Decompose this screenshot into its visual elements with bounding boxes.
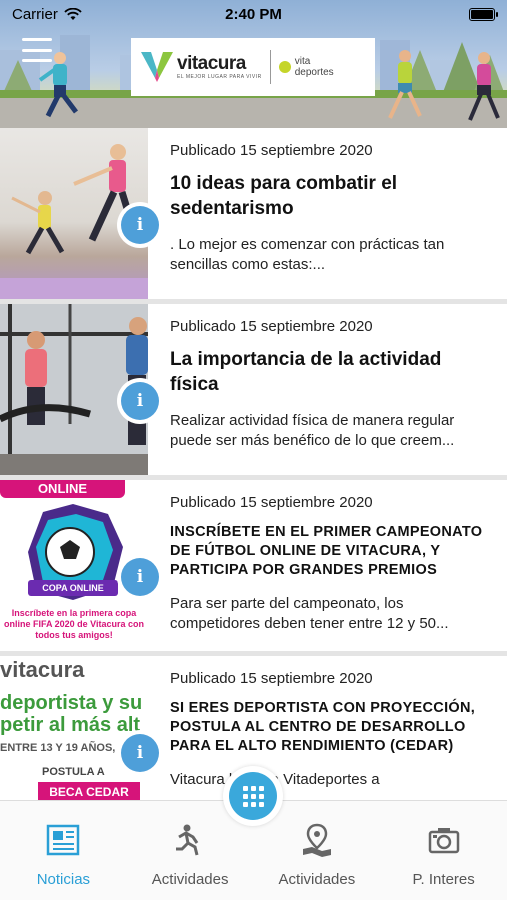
tab-label: P. Interes [412,871,475,888]
thumb-line-4: POSTULA A [42,766,105,778]
copa-online-badge: COPA ONLINE [28,580,118,596]
logo-divider [269,50,271,84]
newspaper-icon [47,824,80,856]
runner-figure-3 [468,52,500,121]
tab-p-interes[interactable]: P. Interes [380,801,507,900]
header-banner: Carrier 2:40 PM vitacura EL MEJOR LUGAR … [0,0,507,128]
news-feed[interactable]: i Publicado 15 septiembre 2020 10 ideas … [0,128,507,800]
partner-line-1: vita [294,56,311,67]
news-excerpt: . Lo mejor es comenzar con prácticas tan… [170,236,445,273]
news-item[interactable]: i Publicado 15 septiembre 2020 La import… [0,304,507,480]
grid-icon [229,772,277,820]
online-banner: ONLINE [0,480,125,498]
tab-label: Actividades [278,871,356,888]
info-icon: i [121,206,159,244]
thumb-caption: Inscríbete en la primera copa online FIF… [3,608,145,640]
info-icon: i [121,734,159,772]
news-excerpt: Vitacura la Beca Vitadeportes a [170,771,380,788]
info-icon: i [121,558,159,596]
tab-label: Actividades [151,871,229,888]
info-button[interactable]: i [117,378,163,424]
thumb-line-5: BECA CEDAR [38,782,140,800]
thumb-line-2: petir al más alt [0,714,141,736]
news-item[interactable]: ONLINE COPA ONLINE Inscríbete en la prim… [0,480,507,656]
thumb-line-1: deportista y su [0,692,143,714]
info-button[interactable]: i [117,202,163,248]
publish-date: Publicado 15 septiembre 2020 [170,670,373,687]
map-pin-icon [302,823,331,857]
news-item[interactable]: i Publicado 15 septiembre 2020 10 ideas … [0,128,507,304]
publish-date: Publicado 15 septiembre 2020 [170,318,373,335]
info-button[interactable]: i [117,554,163,600]
brand-tagline: EL MEJOR LUGAR PARA VIVIR [177,74,262,80]
news-excerpt: Realizar actividad física de manera regu… [170,412,455,449]
runner-figure-2 [388,50,422,119]
brand-name: vitacura [177,53,246,74]
hamburger-menu-button[interactable] [22,38,52,62]
vitacura-v-icon [141,52,173,82]
tab-noticias[interactable]: Noticias [0,801,127,900]
grid-menu-button[interactable] [223,766,283,826]
info-button[interactable]: i [117,730,163,776]
thumb-brand: vitacura [0,657,85,682]
status-bar: Carrier 2:40 PM [0,0,507,28]
news-title[interactable]: 10 ideas para combatir el sedentarismo [170,171,489,221]
tab-label: Noticias [36,871,91,888]
news-thumbnail: vitacura deportista y su petir al más al… [0,656,148,800]
news-title[interactable]: La importancia de la actividad física [170,347,489,397]
vitacura-logo: vitacura EL MEJOR LUGAR PARA VIVIR vita … [131,38,375,96]
news-excerpt: Para ser parte del campeonato, los compe… [170,595,449,632]
partner-line-2: deportes [294,67,334,78]
clock: 2:40 PM [225,5,282,23]
publish-date: Publicado 15 septiembre 2020 [170,142,373,159]
vitadeportes-dot-icon [278,61,291,73]
camera-icon [428,828,459,854]
publish-date: Publicado 15 septiembre 2020 [170,494,373,511]
news-title[interactable]: INSCRÍBETE EN EL PRIMER CAMPEONATO DE FÚ… [170,523,489,580]
battery-icon [469,7,498,21]
news-title[interactable]: SI ERES DEPORTISTA CON PROYECCIÓN, POSTU… [170,699,489,756]
runner-icon [176,824,199,856]
info-icon: i [121,382,159,420]
